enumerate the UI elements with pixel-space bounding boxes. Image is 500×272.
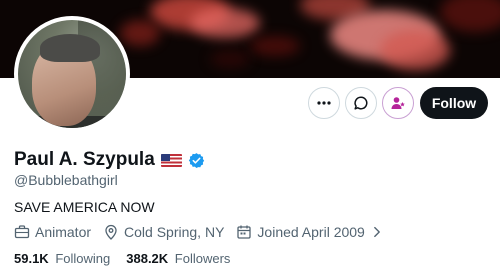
display-name: Paul A. Szypula [14,149,155,170]
followers-count: 388.2K [126,251,169,266]
calendar-icon [237,225,252,239]
us-flag-icon [160,153,182,167]
joined-item[interactable]: Joined April 2009 [236,224,383,240]
follow-button[interactable]: Follow [420,87,488,119]
more-button[interactable] [308,87,340,119]
message-button[interactable] [345,87,377,119]
following-label: Following [55,251,111,266]
profile-meta: Animator Cold Spring, NY Joined April 20… [14,224,396,240]
chevron-right-icon [373,226,380,238]
location-label: Cold Spring, NY [124,224,225,240]
location-pin-icon [105,224,117,240]
subscribe-button[interactable] [382,87,414,119]
briefcase-icon [14,225,30,239]
user-handle: @Bubblebathgirl [14,172,118,188]
message-icon [354,96,368,110]
following-link[interactable]: 59.1K Following [14,251,110,266]
joined-label: Joined April 2009 [257,224,365,240]
location-item: Cold Spring, NY [103,224,224,240]
bio-text: SAVE AMERICA NOW [14,199,155,215]
more-icon [317,101,331,105]
subscribe-icon [391,97,405,109]
follow-stats: 59.1K Following 388.2K Followers [14,251,246,266]
followers-label: Followers [174,251,231,266]
profession-label: Animator [35,224,92,240]
followers-link[interactable]: 388.2K Followers [126,251,230,266]
profession-item: Animator [14,224,91,240]
verified-badge-icon[interactable] [188,152,205,169]
following-count: 59.1K [14,251,49,266]
name-row: Paul A. Szypula [14,149,205,171]
avatar[interactable] [14,16,130,132]
